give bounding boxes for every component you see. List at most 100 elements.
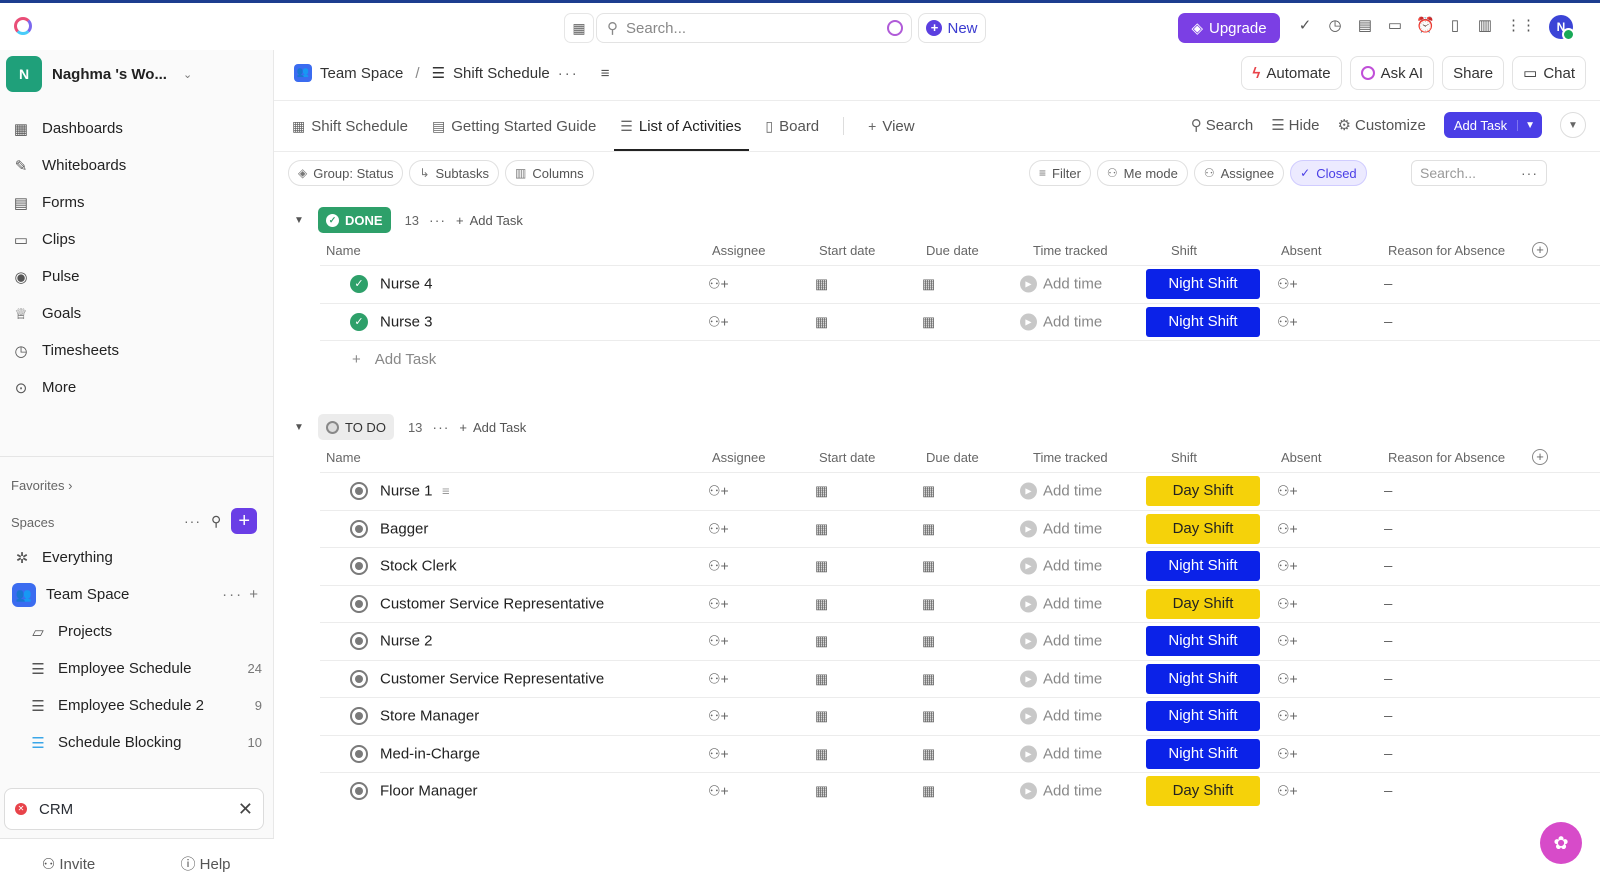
col-assignee[interactable]: Assignee — [712, 450, 765, 465]
columns-chip[interactable]: ▥ Columns — [505, 160, 594, 186]
shift-label[interactable]: Day Shift — [1146, 513, 1260, 544]
shift-label[interactable]: Night Shift — [1146, 269, 1260, 300]
start-date-icon[interactable]: ▦ — [815, 558, 828, 575]
start-date-icon[interactable]: ▦ — [815, 633, 828, 650]
me-mode-chip[interactable]: ⚇ Me mode — [1096, 160, 1188, 186]
task-name[interactable]: Nurse 1 — [380, 483, 433, 500]
breadcrumb-space[interactable]: Team Space — [320, 65, 403, 82]
automate-button[interactable]: ϟ Automate — [1241, 56, 1342, 90]
add-assignee-icon[interactable]: ⚇+ — [708, 313, 729, 330]
sidebar-item-forms[interactable]: ▤ Forms — [12, 184, 262, 221]
col-due-date[interactable]: Due date — [926, 243, 979, 258]
absent-person-icon[interactable]: ⚇+ — [1277, 595, 1298, 612]
due-date-icon[interactable]: ▦ — [922, 276, 935, 293]
reason-empty[interactable]: – — [1384, 520, 1392, 537]
start-date-icon[interactable]: ▦ — [815, 783, 828, 800]
table-row[interactable]: ✓ Nurse 3 ⚇+ ▦ ▦ ▶ Add time Night Shift ⚇… — [320, 302, 1600, 341]
add-time-button[interactable]: ▶ Add time — [1020, 482, 1102, 500]
add-assignee-icon[interactable]: ⚇+ — [708, 633, 729, 650]
absent-person-icon[interactable]: ⚇+ — [1277, 483, 1298, 500]
col-name[interactable]: Name — [326, 450, 361, 465]
status-badge-done[interactable]: ✓ DONE — [318, 207, 391, 233]
start-date-icon[interactable]: ▦ — [815, 483, 828, 500]
add-time-button[interactable]: ▶ Add time — [1020, 557, 1102, 575]
tree-item-team-space[interactable]: 👥 Team Space ··· + — [12, 576, 264, 613]
start-date-icon[interactable]: ▦ — [815, 745, 828, 762]
due-date-icon[interactable]: ▦ — [922, 520, 935, 537]
task-name[interactable]: Floor Manager — [380, 783, 478, 800]
description-icon[interactable]: ≡ — [601, 65, 610, 82]
task-search-input[interactable]: Search... ··· — [1411, 160, 1547, 186]
workspace-switcher[interactable]: N Naghma 's Wo... ⌄ — [6, 56, 192, 92]
due-date-icon[interactable]: ▦ — [922, 595, 935, 612]
collapse-caret-icon[interactable]: ▼ — [294, 215, 308, 226]
add-assignee-icon[interactable]: ⚇+ — [708, 558, 729, 575]
table-row[interactable]: Store Manager ⚇+ ▦ ▦ ▶ Add time Night Shi… — [320, 697, 1600, 735]
app-logo-icon[interactable] — [14, 17, 32, 35]
video-icon[interactable]: ▭ — [1386, 17, 1404, 35]
sidebar-item-dashboards[interactable]: ▦ Dashboards — [12, 110, 262, 147]
search-tasks-button[interactable]: ⚲ Search — [1191, 116, 1254, 134]
table-row[interactable]: Med-in-Charge ⚇+ ▦ ▦ ▶ Add time Night Shi… — [320, 734, 1600, 773]
favorites-header[interactable]: Favorites › — [11, 478, 72, 493]
reason-empty[interactable]: – — [1384, 558, 1392, 575]
status-done-icon[interactable]: ✓ — [350, 275, 368, 294]
tree-item-employee-schedule[interactable]: ☰ Employee Schedule 24 — [12, 650, 264, 687]
add-time-button[interactable]: ▶ Add time — [1020, 520, 1102, 538]
reason-empty[interactable]: – — [1384, 745, 1392, 762]
col-start-date[interactable]: Start date — [819, 450, 875, 465]
timer-icon[interactable]: ◷ — [1326, 17, 1344, 35]
global-search-input[interactable]: ⚲ Search... — [596, 13, 912, 43]
task-name[interactable]: Stock Clerk — [380, 558, 457, 575]
sidebar-item-more[interactable]: ⊙ More — [12, 369, 262, 406]
breadcrumb-list[interactable]: Shift Schedule — [453, 65, 550, 82]
absent-person-icon[interactable]: ⚇+ — [1277, 783, 1298, 800]
add-assignee-icon[interactable]: ⚇+ — [708, 595, 729, 612]
due-date-icon[interactable]: ▦ — [922, 670, 935, 687]
task-name[interactable]: Customer Service Representative — [380, 670, 604, 687]
add-time-button[interactable]: ▶ Add time — [1020, 707, 1102, 725]
hide-button[interactable]: ☰ Hide — [1271, 116, 1319, 134]
add-assignee-icon[interactable]: ⚇+ — [708, 483, 729, 500]
due-date-icon[interactable]: ▦ — [922, 483, 935, 500]
reason-empty[interactable]: – — [1384, 595, 1392, 612]
reason-empty[interactable]: – — [1384, 483, 1392, 500]
add-column-icon[interactable]: + — [1532, 242, 1548, 258]
table-row[interactable]: Customer Service Representative ⚇+ ▦ ▦ ▶… — [320, 659, 1600, 698]
add-assignee-icon[interactable]: ⚇+ — [708, 783, 729, 800]
table-row[interactable]: Nurse 1 ≡ ⚇+ ▦ ▦ ▶ Add time Day Shift ⚇+ … — [320, 472, 1600, 510]
apps-grid-icon[interactable]: ⋮⋮ — [1506, 17, 1536, 35]
col-assignee[interactable]: Assignee — [712, 243, 765, 258]
tree-item-everything[interactable]: ✲ Everything — [12, 539, 264, 576]
ask-ai-button[interactable]: Ask AI — [1349, 56, 1435, 90]
col-due-date[interactable]: Due date — [926, 450, 979, 465]
due-date-icon[interactable]: ▦ — [922, 558, 935, 575]
status-todo-icon[interactable] — [350, 669, 368, 688]
reason-empty[interactable]: – — [1384, 276, 1392, 293]
start-date-icon[interactable]: ▦ — [815, 276, 828, 293]
col-reason-for-absence[interactable]: Reason for Absence — [1388, 450, 1505, 465]
col-reason-for-absence[interactable]: Reason for Absence — [1388, 243, 1505, 258]
reason-empty[interactable]: – — [1384, 670, 1392, 687]
table-row[interactable]: Floor Manager ⚇+ ▦ ▦ ▶ Add time Day Shift… — [320, 772, 1600, 810]
sidebar-item-pulse[interactable]: ◉ Pulse — [12, 258, 262, 295]
add-assignee-icon[interactable]: ⚇+ — [708, 276, 729, 293]
add-assignee-icon[interactable]: ⚇+ — [708, 745, 729, 762]
spaces-search-icon[interactable]: ⚲ — [211, 513, 221, 530]
shift-label[interactable]: Day Shift — [1146, 588, 1260, 619]
col-time-tracked[interactable]: Time tracked — [1033, 243, 1108, 258]
absent-person-icon[interactable]: ⚇+ — [1277, 745, 1298, 762]
spaces-more-icon[interactable]: ··· — [184, 513, 201, 529]
invite-button[interactable]: ⚇ Invite — [0, 855, 137, 873]
shift-label[interactable]: Day Shift — [1146, 476, 1260, 507]
status-todo-icon[interactable] — [350, 482, 368, 501]
tree-item-employee-schedule-2[interactable]: ☰ Employee Schedule 2 9 — [12, 687, 264, 724]
add-time-button[interactable]: ▶ Add time — [1020, 745, 1102, 763]
table-row[interactable]: Bagger ⚇+ ▦ ▦ ▶ Add time Day Shift ⚇+ – — [320, 509, 1600, 548]
tab-add-view[interactable]: + View — [868, 101, 914, 151]
more-options-icon[interactable]: ··· — [1521, 165, 1538, 181]
customize-button[interactable]: ⚙ Customize — [1338, 116, 1426, 134]
sidebar-item-whiteboards[interactable]: ✎ Whiteboards — [12, 147, 262, 184]
col-absent[interactable]: Absent — [1281, 243, 1321, 258]
task-name[interactable]: Nurse 2 — [380, 633, 433, 650]
